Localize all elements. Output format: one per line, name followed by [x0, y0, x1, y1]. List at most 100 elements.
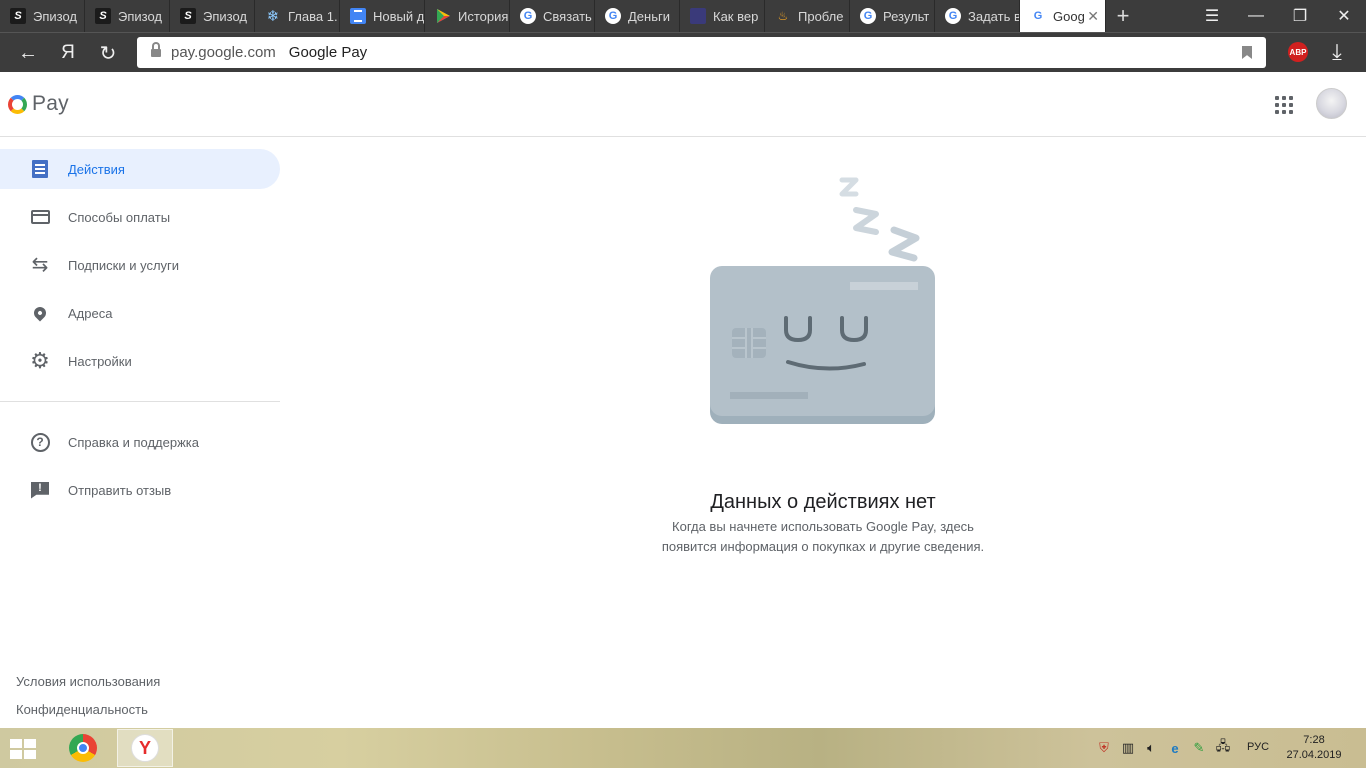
browser-tab[interactable]: G Результ [850, 0, 935, 32]
new-tab-button[interactable]: + [1106, 0, 1140, 32]
browser-tab[interactable]: S Эпизод [85, 0, 170, 32]
page-header: Pay [0, 72, 1366, 137]
sidebar-item-label: Действия [68, 161, 125, 177]
logo-text: Pay [32, 92, 69, 115]
tab-title: Эпизод [118, 8, 162, 24]
language-indicator[interactable]: РУС [1247, 741, 1269, 753]
sidebar-item-settings[interactable]: ⚙ Настройки [0, 341, 280, 381]
bookmark-icon[interactable] [1242, 46, 1252, 59]
google-icon: G [945, 8, 961, 24]
repeat-icon: ⇆ [31, 254, 49, 276]
privacy-link[interactable]: Конфиденциальность [16, 702, 148, 717]
tab-title: Глава 1. [288, 8, 338, 24]
sidebar-item-feedback[interactable]: ! Отправить отзыв [0, 470, 280, 510]
network-icon[interactable]: 🖧︎ [1215, 738, 1231, 758]
anime-icon [690, 8, 706, 24]
browser-tab[interactable]: Новый д [340, 0, 425, 32]
tab-title: Goog [1053, 8, 1085, 24]
tab-title: Пробле [798, 8, 844, 24]
sidebar-item-activity[interactable]: Действия [0, 149, 280, 189]
browser-tab[interactable]: ❄ Глава 1. [255, 0, 340, 32]
window-controls: ☰ — ❐ ✕ [1190, 0, 1366, 32]
sidebar-item-addresses[interactable]: Адреса [0, 293, 280, 333]
sidebar-item-payment-methods[interactable]: Способы оплаты [0, 197, 280, 237]
google-g-icon [8, 94, 27, 114]
apps-grid-icon[interactable] [1275, 96, 1293, 114]
sidebar-item-label: Адреса [68, 305, 113, 321]
url-page-title: Google Pay [288, 44, 368, 61]
browser-tab-active[interactable]: G Goog ✕ [1020, 0, 1106, 32]
menu-icon[interactable]: ☰ [1190, 0, 1234, 32]
empty-state-title: Данных о действиях нет [710, 491, 936, 513]
tab-title: Деньги [628, 8, 670, 24]
sidebar-item-label: Подписки и услуги [68, 257, 180, 273]
address-bar[interactable]: pay.google.com Google Pay [137, 37, 1266, 68]
browser-tab[interactable]: S Эпизод [0, 0, 85, 32]
taskbar-yandex-button[interactable]: Y [117, 729, 173, 767]
browser-tab-strip: S Эпизод S Эпизод S Эпизод ❄ Глава 1. Но… [0, 0, 1366, 32]
browser-tab[interactable]: История [425, 0, 510, 32]
sidebar-item-label: Способы оплаты [68, 209, 171, 225]
e-app-icon[interactable]: e [1167, 738, 1183, 758]
location-pin-icon [30, 303, 50, 323]
clock-date: 27.04.2019 [1286, 749, 1342, 761]
s-logo-icon: S [10, 8, 26, 24]
sleeping-card-illustration [700, 172, 950, 432]
back-arrow-icon[interactable]: ← [8, 33, 48, 73]
sidebar-item-subscriptions[interactable]: ⇆ Подписки и услуги [0, 245, 280, 285]
fire-icon: ♨ [777, 9, 789, 23]
volume-icon[interactable]: 🔈︎ [1143, 738, 1159, 758]
docs-icon [350, 8, 366, 24]
sync-icon[interactable]: ✎ [1191, 738, 1207, 758]
tab-title: Новый д [373, 8, 424, 24]
browser-toolbar: ← Я ↻ pay.google.com Google Pay ABP ⤓ [0, 32, 1366, 72]
minimize-icon[interactable]: — [1234, 0, 1278, 32]
s-logo-icon: S [180, 8, 196, 24]
device-icon[interactable]: ▥ [1120, 738, 1136, 758]
close-window-icon[interactable]: ✕ [1322, 0, 1366, 32]
url-domain: pay.google.com [171, 44, 276, 61]
windows-taskbar: Y ⛨ ▥ 🔈︎ e ✎ 🖧︎ РУС 7:28 27.04.2019 [0, 728, 1366, 768]
lock-icon [151, 41, 161, 59]
google-pay-logo[interactable]: Pay [8, 92, 69, 116]
clock-time: 7:28 [1303, 734, 1325, 746]
download-icon[interactable]: ⤓ [1322, 37, 1352, 67]
browser-tab[interactable]: G Деньги [595, 0, 680, 32]
close-tab-icon[interactable]: ✕ [1087, 8, 1099, 25]
browser-tab[interactable]: G Задать в [935, 0, 1020, 32]
adblock-plus-icon[interactable]: ABP [1288, 42, 1308, 62]
reload-icon[interactable]: ↻ [88, 33, 128, 73]
google-icon: G [860, 8, 876, 24]
tab-title: Задать в [968, 8, 1019, 24]
google-icon: G [605, 8, 621, 24]
google-icon: G [520, 8, 536, 24]
taskbar-chrome-button[interactable] [55, 729, 111, 767]
credit-card-icon [30, 207, 50, 227]
browser-tab[interactable]: Как вер [680, 0, 765, 32]
tab-title: Эпизод [203, 8, 247, 24]
gear-icon: ⚙ [30, 348, 50, 373]
tab-title: Результ [883, 8, 930, 24]
sidebar-item-label: Отправить отзыв [68, 482, 172, 498]
browser-tab[interactable]: G Связать [510, 0, 595, 32]
sidebar-item-label: Настройки [68, 353, 132, 369]
sidebar-item-help[interactable]: ? Справка и поддержка [0, 422, 280, 462]
browser-tab[interactable]: ♨ Пробле [765, 0, 850, 32]
sidebar-item-label: Справка и поддержка [68, 434, 199, 450]
activity-list-icon [30, 159, 50, 179]
yandex-browser-icon: Y [131, 734, 159, 762]
avatar[interactable] [1316, 88, 1347, 119]
terms-link[interactable]: Условия использования [16, 674, 160, 689]
help-icon: ? [30, 432, 50, 452]
antivirus-icon[interactable]: ⛨ [1096, 738, 1112, 758]
sidebar-divider [0, 401, 280, 402]
restore-icon[interactable]: ❐ [1278, 0, 1322, 32]
system-clock[interactable]: 7:28 27.04.2019 [1282, 733, 1346, 763]
browser-tab[interactable]: S Эпизод [170, 0, 255, 32]
yandex-button[interactable]: Я [48, 33, 88, 73]
google-icon: G [1030, 8, 1046, 24]
tab-title: Как вер [713, 8, 759, 24]
windows-start-icon[interactable] [10, 739, 38, 759]
play-icon [435, 8, 451, 24]
tab-title: Связать [543, 8, 592, 24]
